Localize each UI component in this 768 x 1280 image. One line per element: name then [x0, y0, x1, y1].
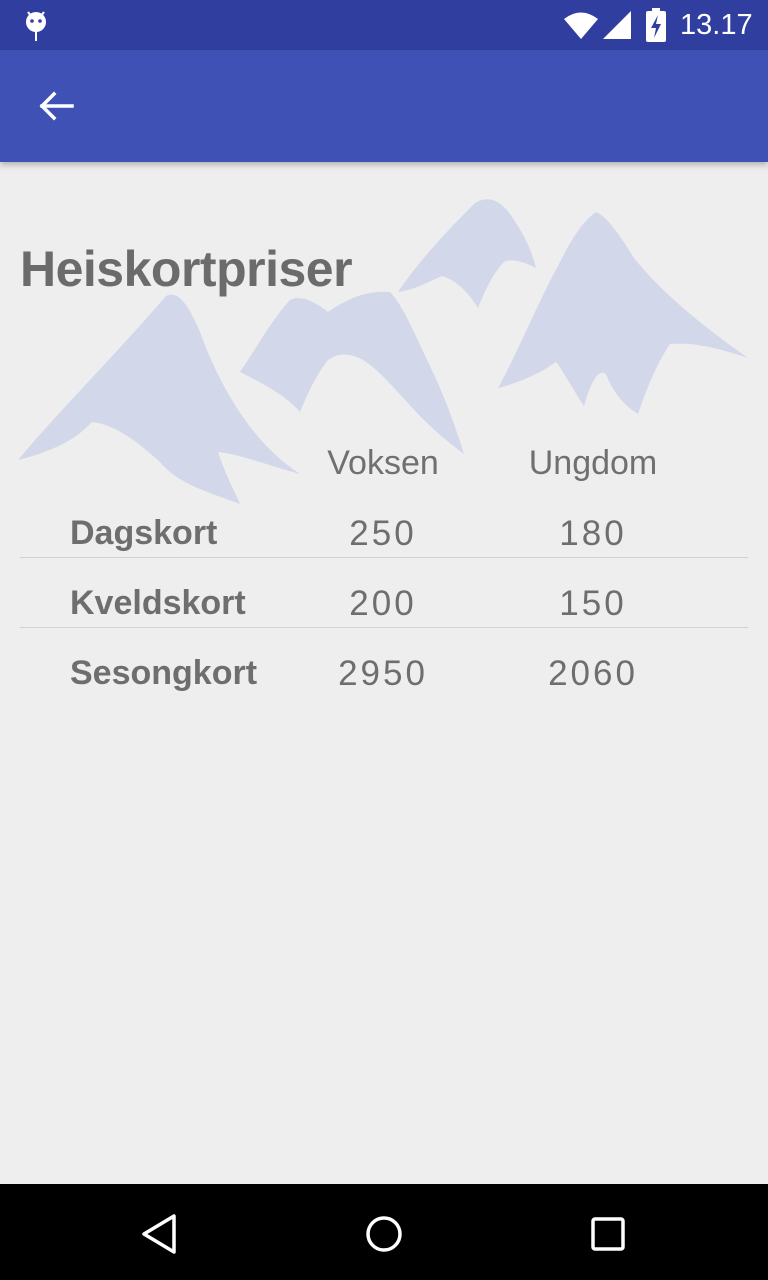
- battery-charging-icon: [646, 8, 666, 42]
- back-triangle-icon[interactable]: [136, 1210, 184, 1258]
- content-area: Heiskortpriser Voksen Ungdom Dagskort 25…: [0, 162, 768, 1184]
- row-label-kveldskort: Kveldskort: [70, 584, 246, 622]
- row-label-dagskort: Dagskort: [70, 514, 218, 552]
- row-label-sesongkort: Sesongkort: [70, 654, 258, 692]
- navigation-bar: [0, 1184, 768, 1280]
- cell-signal-icon: [603, 11, 631, 39]
- status-bar: 13.17: [0, 0, 768, 50]
- price-dagskort-ungdom: 180: [559, 514, 627, 553]
- row-divider: [20, 627, 748, 628]
- price-kveldskort-voksen: 200: [349, 584, 417, 623]
- price-kveldskort-ungdom: 150: [559, 584, 627, 623]
- price-sesongkort-voksen: 2950: [338, 654, 428, 693]
- wifi-icon: [564, 12, 598, 39]
- price-sesongkort-ungdom: 2060: [548, 654, 638, 693]
- price-dagskort-voksen: 250: [349, 514, 417, 553]
- column-header-voksen: Voksen: [327, 444, 439, 482]
- app-bar: [0, 50, 768, 162]
- arrow-back-icon[interactable]: [24, 82, 88, 130]
- status-time: 13.17: [680, 9, 753, 41]
- page-title: Heiskortpriser: [20, 241, 353, 297]
- column-header-ungdom: Ungdom: [528, 444, 658, 482]
- home-circle-icon[interactable]: [360, 1210, 408, 1258]
- android-debug-icon: [26, 11, 46, 41]
- row-divider: [20, 557, 748, 558]
- recents-square-icon[interactable]: [584, 1210, 632, 1258]
